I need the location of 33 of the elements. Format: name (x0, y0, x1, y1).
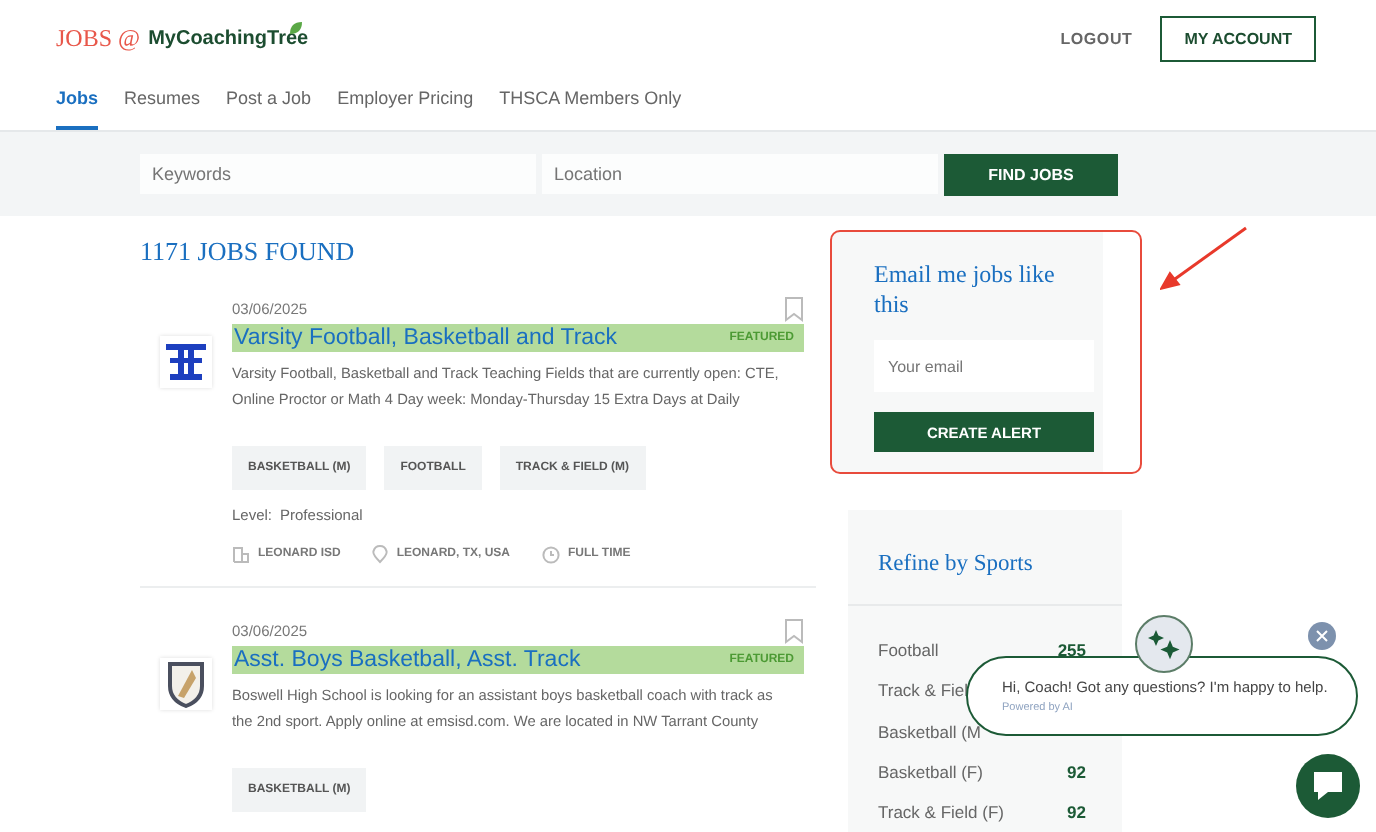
job-count: 255 (1057, 640, 1086, 661)
building-icon (232, 545, 250, 563)
logout-link[interactable]: LOGOUT (1060, 29, 1133, 47)
chat-icon[interactable] (1296, 754, 1360, 818)
annotation-arrow (1160, 226, 1248, 290)
sport-filter-link[interactable]: Track & Field (F) (878, 802, 1004, 823)
sport-filter-link[interactable]: Basketball (F) (878, 762, 983, 783)
brand-label[interactable]: JOBS @ (56, 23, 141, 53)
brand-name[interactable]: MyCoachingTree (148, 27, 309, 49)
bookmark-icon[interactable] (784, 618, 804, 644)
close-icon[interactable] (1308, 622, 1336, 650)
sparkle-icon (1134, 614, 1194, 674)
sport-filter-link[interactable]: Football (878, 640, 939, 661)
location-field[interactable]: Location (542, 154, 938, 194)
job-title-link[interactable]: Asst. Boys Basketball, Asst. Track (234, 648, 581, 672)
refine-heading: Refine by Sports (848, 510, 1122, 606)
nav-tab[interactable]: THSCA Members Only (499, 82, 682, 130)
job-count: 92 (1067, 802, 1086, 823)
nav-tab[interactable]: Post a Job (226, 82, 312, 130)
alert-heading: Email me jobs like this (874, 260, 1057, 320)
job-count: 92 (1067, 762, 1086, 783)
job-title-link[interactable]: Varsity Football, Basketball and Track (234, 326, 618, 350)
location-pin-icon (372, 544, 389, 564)
nav-tab[interactable]: Employer Pricing (337, 82, 474, 130)
find-jobs-button[interactable]: FIND JOBS (944, 153, 1118, 195)
my-account-button[interactable]: MY ACCOUNT (1160, 15, 1316, 61)
results-heading: 1171 JOBS FOUND (140, 236, 357, 268)
keywords-field[interactable]: Keywords (140, 154, 536, 194)
email-field[interactable]: Your email (874, 340, 1094, 392)
clock-icon (542, 545, 561, 563)
sport-filter-link[interactable]: Track & Fiel (878, 680, 969, 701)
bookmark-icon[interactable] (784, 296, 804, 322)
nav-tab[interactable]: Resumes (124, 82, 201, 130)
